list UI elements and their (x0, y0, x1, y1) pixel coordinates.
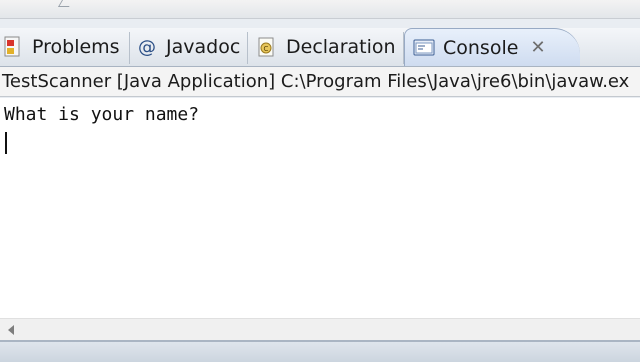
at-icon: @ (138, 36, 156, 58)
horizontal-scrollbar[interactable] (0, 318, 640, 341)
tab-problems-label: Problems (32, 36, 120, 58)
console-output-line: What is your name? (4, 104, 200, 125)
console-icon (413, 37, 435, 59)
top-window-strip (0, 0, 640, 19)
tab-javadoc-label: Javadoc (166, 36, 241, 58)
tab-console-label: Console (443, 36, 519, 59)
view-tab-bar: Problems @ Javadoc C Declaration Console… (0, 28, 640, 67)
tab-javadoc[interactable]: @ Javadoc (136, 28, 248, 66)
tab-declaration[interactable]: C Declaration (256, 28, 404, 66)
bottom-status-bar (0, 340, 640, 362)
problems-icon (2, 36, 24, 58)
text-caret (5, 132, 7, 154)
close-icon[interactable]: ✕ (530, 38, 545, 57)
tab-problems[interactable]: Problems (2, 28, 130, 66)
svg-text:C: C (264, 45, 269, 53)
console-output-area[interactable]: What is your name? (0, 98, 640, 318)
tab-separator (247, 32, 248, 64)
tab-separator (129, 32, 130, 64)
declaration-icon: C (256, 36, 278, 58)
tab-console[interactable]: Console ✕ (404, 28, 580, 66)
resize-grip[interactable] (57, 0, 74, 7)
tab-declaration-label: Declaration (286, 36, 396, 58)
console-title: TestScanner [Java Application] C:\Progra… (0, 67, 640, 97)
scroll-left-arrow-icon[interactable] (8, 325, 14, 335)
